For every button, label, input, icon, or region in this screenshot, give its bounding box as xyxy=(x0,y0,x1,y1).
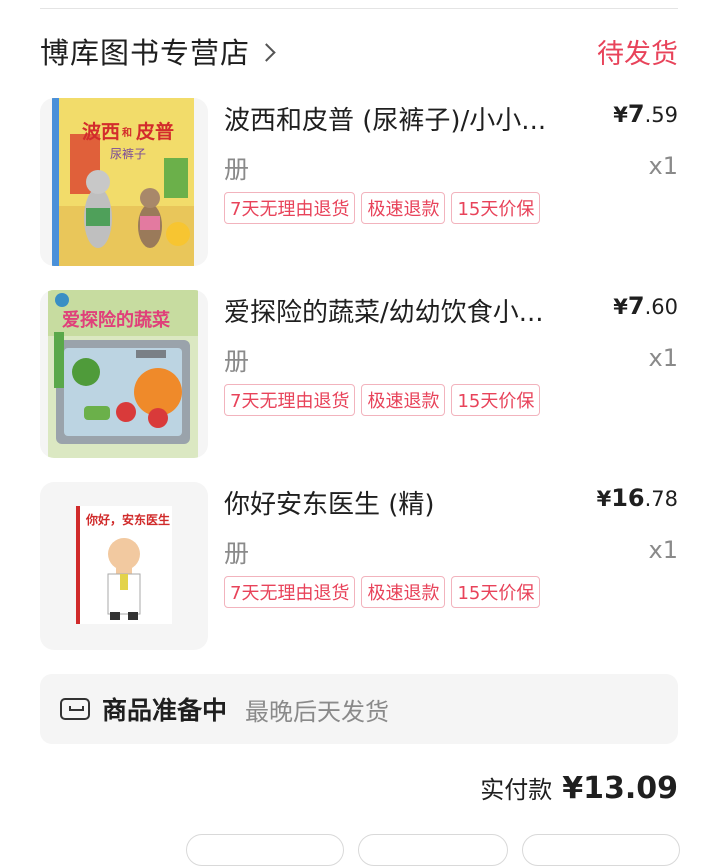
product-image[interactable]: 爱探险的蔬菜 xyxy=(40,290,208,458)
item-unit: 册 xyxy=(224,155,250,184)
cover-title: 爱探险的蔬菜 xyxy=(62,309,170,331)
item-price: ¥16.78 xyxy=(596,484,678,512)
top-divider xyxy=(40,8,678,9)
item-quantity: x1 xyxy=(648,152,678,180)
order-item[interactable]: 爱探险的蔬菜 爱探险的蔬菜/幼幼饮食小... ¥7.60 册 x1 7天无理由退… xyxy=(40,290,678,458)
cover-title-b: 皮普 xyxy=(136,120,174,143)
order-item[interactable]: 波西 和 皮普 尿裤子 波西和皮普 (尿裤子)/小小... ¥7.59 册 x1… xyxy=(40,98,678,266)
store-link[interactable]: 博库图书专营店 xyxy=(40,30,276,72)
product-image[interactable]: 你好，安东医生 xyxy=(40,482,208,650)
cover-subtitle: 尿裤子 xyxy=(110,147,146,161)
item-unit: 册 xyxy=(224,539,250,568)
tag-price-protect: 15天价保 xyxy=(451,384,541,416)
service-tags: 7天无理由退货 极速退款 15天价保 xyxy=(224,192,541,224)
cover-title-mid: 和 xyxy=(121,126,132,139)
item-title[interactable]: 波西和皮普 (尿裤子)/小小... xyxy=(224,100,584,137)
tag-refund: 极速退款 xyxy=(361,384,446,416)
tag-price-protect: 15天价保 xyxy=(451,576,541,608)
order-total: 实付款 ¥13.09 xyxy=(480,770,678,806)
tag-price-protect: 15天价保 xyxy=(451,192,541,224)
package-icon xyxy=(60,698,90,720)
item-quantity: x1 xyxy=(648,536,678,564)
tag-refund: 极速退款 xyxy=(361,576,446,608)
action-button[interactable] xyxy=(358,834,508,866)
tag-return: 7天无理由退货 xyxy=(224,384,356,416)
shipping-note: 最晚后天发货 xyxy=(245,697,390,726)
action-button[interactable] xyxy=(522,834,680,866)
item-price: ¥7.60 xyxy=(613,292,678,320)
shipping-status-bar[interactable]: 商品准备中 最晚后天发货 xyxy=(40,674,678,744)
total-amount: ¥13.09 xyxy=(562,771,678,806)
item-title[interactable]: 你好安东医生 (精) xyxy=(224,484,584,521)
item-unit: 册 xyxy=(224,347,250,376)
product-image[interactable]: 波西 和 皮普 尿裤子 xyxy=(40,98,208,266)
item-title[interactable]: 爱探险的蔬菜/幼幼饮食小... xyxy=(224,292,584,329)
service-tags: 7天无理由退货 极速退款 15天价保 xyxy=(224,384,541,416)
total-label: 实付款 xyxy=(480,776,553,804)
shipping-title: 商品准备中 xyxy=(102,696,228,725)
item-quantity: x1 xyxy=(648,344,678,372)
item-price: ¥7.59 xyxy=(613,100,678,128)
cover-title-a: 波西 xyxy=(82,120,120,143)
store-name[interactable]: 博库图书专营店 xyxy=(40,30,250,72)
cover-title: 你好，安东医生 xyxy=(85,512,170,527)
store-header: 博库图书专营店 待发货 xyxy=(40,26,678,76)
order-item[interactable]: 你好，安东医生 你好安东医生 (精) ¥16.78 册 x1 7天无理由退货 极… xyxy=(40,482,678,650)
tag-refund: 极速退款 xyxy=(361,192,446,224)
tag-return: 7天无理由退货 xyxy=(224,192,356,224)
action-button[interactable] xyxy=(186,834,344,866)
order-status: 待发货 xyxy=(597,38,678,70)
tag-return: 7天无理由退货 xyxy=(224,576,356,608)
service-tags: 7天无理由退货 极速退款 15天价保 xyxy=(224,576,541,608)
chevron-right-icon[interactable] xyxy=(257,42,276,62)
action-buttons-row xyxy=(186,834,680,866)
